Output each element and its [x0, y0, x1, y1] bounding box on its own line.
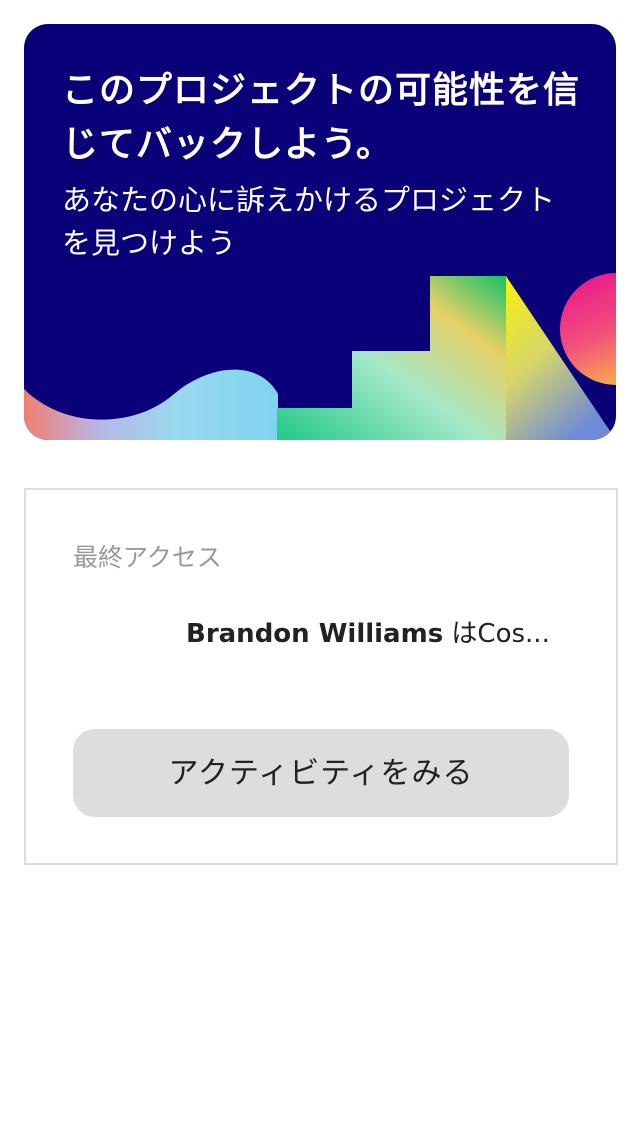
page: このプロジェクトの可能性を信じてバックしよう。 あなたの心に訴えかけるプロジェク…: [0, 0, 640, 1136]
last-access-label: 最終アクセス: [73, 543, 222, 572]
last-access-card: 最終アクセス Brandon Williams はCos... アクティビティを…: [24, 488, 618, 865]
hero-title: このプロジェクトの可能性を信じてバックしよう。: [62, 70, 581, 165]
activity-user-name: Brandon Williams: [186, 619, 444, 649]
view-activity-button[interactable]: アクティビティをみる: [73, 729, 569, 817]
activity-text: はCos...: [443, 619, 550, 649]
hero-subtitle: あなたの心に訴えかけるプロジェクトを見つけよう: [62, 183, 556, 260]
hero-banner[interactable]: このプロジェクトの可能性を信じてバックしよう。 あなたの心に訴えかけるプロジェク…: [24, 24, 616, 440]
circle-shape: [560, 273, 616, 385]
activity-summary[interactable]: Brandon Williams はCos...: [186, 613, 556, 650]
wave-shape: [24, 369, 278, 440]
steps-shape: [277, 276, 506, 440]
